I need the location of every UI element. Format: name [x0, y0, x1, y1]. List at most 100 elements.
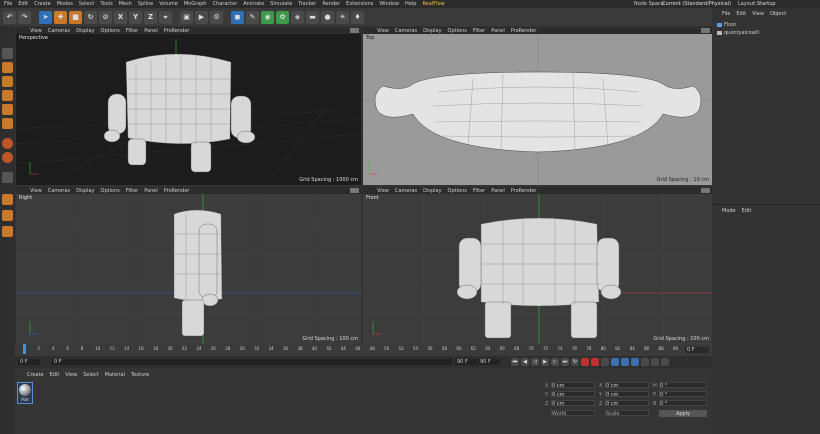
light-icon[interactable]: ☀ [336, 10, 349, 24]
viewport-nav-icons[interactable] [701, 28, 710, 33]
vp-menu-cameras[interactable]: Cameras [48, 28, 70, 34]
play-icon[interactable]: ▶ [541, 358, 549, 366]
vp-menu-prorender[interactable]: ProRender [511, 28, 537, 34]
menu-tracker[interactable]: Tracker [298, 1, 316, 7]
viewport-nav-icons[interactable] [350, 28, 359, 33]
menu-modes[interactable]: Modes [57, 1, 73, 7]
lamp-icon[interactable]: ♦ [351, 10, 364, 24]
lock-icon[interactable] [2, 172, 13, 183]
deformer-icon[interactable]: ◈ [291, 10, 304, 24]
coord-size-x-field[interactable]: 0 cm [605, 382, 649, 389]
coord-pos-x-field[interactable]: 0 cm [551, 382, 595, 389]
coord-size-z-field[interactable]: 0 cm [605, 400, 649, 407]
apply-button[interactable]: Apply [659, 410, 707, 417]
go-to-start-icon[interactable]: ⏮ [511, 358, 519, 366]
floor-icon[interactable]: ▬ [306, 10, 319, 24]
material-swatch[interactable]: Mat [17, 382, 33, 404]
tweak-icon[interactable] [2, 210, 13, 221]
render-settings-icon[interactable]: ⚙ [210, 10, 223, 24]
viewport-right[interactable]: View Cameras Display Options Filter Pane… [16, 187, 361, 344]
vp-menu-filter[interactable]: Filter [126, 28, 138, 34]
y-axis-icon[interactable]: Y [129, 10, 142, 24]
record-icon[interactable] [581, 358, 589, 366]
menu-realflow[interactable]: RealFlow [422, 1, 444, 7]
mat-menu-texture[interactable]: Texture [131, 372, 149, 378]
menu-tools[interactable]: Tools [100, 1, 112, 7]
attr-menu-mode[interactable]: Mode [722, 208, 736, 214]
vp-menu-cameras[interactable]: Cameras [48, 188, 70, 194]
mat-menu-material[interactable]: Material [105, 372, 125, 378]
render-picture-icon[interactable]: ▶ [195, 10, 208, 24]
keyframe-selection-icon[interactable] [601, 358, 609, 366]
camera-icon[interactable]: ● [321, 10, 334, 24]
vp-menu-prorender[interactable]: ProRender [164, 28, 190, 34]
menu-select[interactable]: Select [79, 1, 94, 7]
pla-key-icon[interactable] [651, 358, 659, 366]
viewport-nav-icons[interactable] [701, 188, 710, 193]
recent-icon[interactable]: ⊘ [99, 10, 112, 24]
vp-menu-prorender[interactable]: ProRender [511, 188, 537, 194]
menu-extensions[interactable]: Extensions [346, 1, 373, 7]
menu-file[interactable]: File [4, 1, 12, 7]
vp-menu-view[interactable]: View [377, 188, 389, 194]
polygons-mode-icon[interactable] [2, 118, 13, 129]
prev-key-icon[interactable]: ◀ [521, 358, 529, 366]
rotate-icon[interactable]: ↻ [84, 10, 97, 24]
vp-menu-panel[interactable]: Panel [491, 28, 505, 34]
layout-dropdown[interactable]: Startup [757, 1, 776, 7]
pen-icon[interactable]: ✎ [246, 10, 259, 24]
subdivision-icon[interactable]: ◉ [261, 10, 274, 24]
sculpt-icon[interactable] [2, 226, 13, 237]
menu-animate[interactable]: Animate [243, 1, 264, 7]
z-axis-icon[interactable]: Z [144, 10, 157, 24]
step-back-icon[interactable]: ◁ [531, 358, 539, 366]
coord-pos-y-field[interactable]: 0 cm [551, 391, 595, 398]
soft-selection-icon[interactable] [2, 152, 13, 163]
menu-edit[interactable]: Edit [18, 1, 28, 7]
vp-menu-options[interactable]: Options [101, 188, 120, 194]
scale-icon[interactable]: ■ [69, 10, 82, 24]
vp-menu-view[interactable]: View [30, 188, 42, 194]
preview-range-bar[interactable]: 0 F [52, 359, 452, 365]
go-to-end-icon[interactable]: ⏭ [561, 358, 569, 366]
menu-mograph[interactable]: MoGraph [184, 1, 207, 7]
vp-menu-panel[interactable]: Panel [144, 28, 158, 34]
mat-menu-view[interactable]: View [65, 372, 77, 378]
vp-menu-display[interactable]: Display [423, 188, 441, 194]
vp-menu-cameras[interactable]: Cameras [395, 28, 417, 34]
menu-volume[interactable]: Volume [159, 1, 178, 7]
vp-menu-filter[interactable]: Filter [126, 188, 138, 194]
menu-render[interactable]: Render [322, 1, 340, 7]
coord-rot-b-field[interactable]: 0 ° [659, 400, 707, 407]
points-mode-icon[interactable] [2, 90, 13, 101]
end-frame-field[interactable]: 90 F [478, 359, 500, 365]
coord-rot-h-field[interactable]: 0 ° [659, 382, 707, 389]
coordinate-system-icon[interactable]: ⌖ [159, 10, 172, 24]
obj-menu-file[interactable]: File [722, 11, 730, 17]
coord-mode-dropdown[interactable]: Scale [605, 410, 649, 417]
playhead[interactable] [23, 344, 26, 354]
object-row-mesh[interactable]: quentyalcoaill [717, 30, 817, 36]
viewport-perspective[interactable]: View Cameras Display Options Filter Pane… [16, 27, 361, 185]
menu-mesh[interactable]: Mesh [119, 1, 132, 7]
coord-pos-z-field[interactable]: 0 cm [551, 400, 595, 407]
vp-menu-display[interactable]: Display [76, 28, 94, 34]
menu-character[interactable]: Character [213, 1, 238, 7]
coord-size-y-field[interactable]: 0 cm [605, 391, 649, 398]
undo-icon[interactable]: ↶ [3, 10, 16, 24]
menu-simulate[interactable]: Simulate [270, 1, 292, 7]
vp-menu-filter[interactable]: Filter [473, 28, 485, 34]
mat-menu-edit[interactable]: Edit [50, 372, 60, 378]
snap-icon[interactable] [2, 138, 13, 149]
edges-mode-icon[interactable] [2, 104, 13, 115]
vp-menu-display[interactable]: Display [76, 188, 94, 194]
vp-menu-options[interactable]: Options [448, 188, 467, 194]
viewport-nav-icons[interactable] [350, 188, 359, 193]
vp-menu-cameras[interactable]: Cameras [395, 188, 417, 194]
timeline-menu-icon[interactable] [661, 358, 669, 366]
cloner-icon[interactable]: ✿ [276, 10, 289, 24]
menu-spline[interactable]: Spline [138, 1, 153, 7]
axis-mode-icon[interactable] [2, 194, 13, 205]
render-view-icon[interactable]: ▣ [180, 10, 193, 24]
obj-menu-object[interactable]: Object [770, 11, 786, 17]
